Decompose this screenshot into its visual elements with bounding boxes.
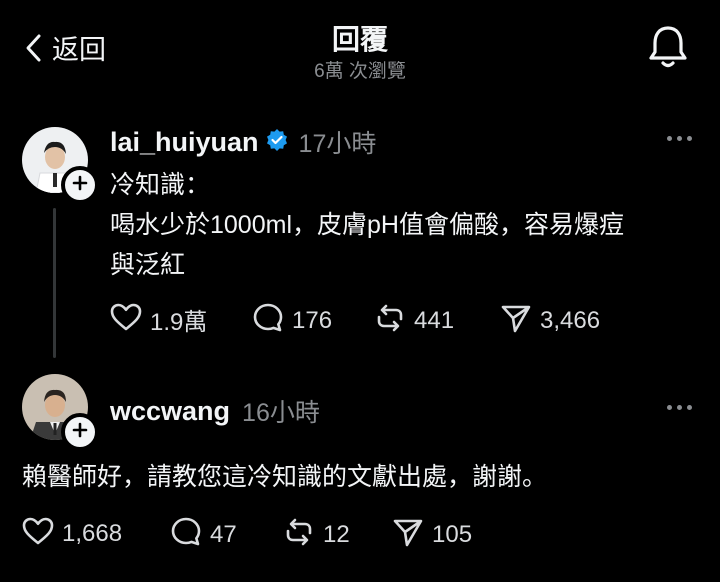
comment-count: 47 [210, 520, 237, 548]
reply-text: 賴醫師好，請教您這冷知識的文獻出處，謝謝。 [22, 463, 548, 491]
comment-icon [170, 516, 202, 553]
repost-icon [283, 516, 315, 553]
share-button[interactable]: 3,466 [500, 302, 600, 339]
share-count: 105 [432, 520, 473, 548]
send-icon [392, 516, 424, 553]
like-count: 1.9萬 [150, 309, 208, 336]
view-count: 6萬 次瀏覽 [314, 61, 406, 82]
verified-badge-icon [265, 128, 289, 157]
post-text-line: 喝水少於1000ml，皮膚pH值會偏酸，容易爆痘 [110, 211, 624, 239]
bell-icon[interactable] [646, 24, 690, 75]
thread-line [53, 208, 56, 358]
comment-button[interactable]: 176 [252, 302, 332, 339]
post-text: 冷知識： 喝水少於1000ml，皮膚pH值會偏酸，容易爆痘 與泛紅 [110, 165, 624, 285]
plus-icon [72, 422, 88, 443]
reply-header: wccwang 16小時 [110, 393, 320, 429]
share-count: 3,466 [540, 306, 601, 334]
follow-button[interactable] [61, 413, 99, 451]
page-title: 回覆 [331, 24, 388, 55]
comment-icon [252, 302, 284, 339]
like-count: 1,668 [62, 519, 123, 547]
reply-username[interactable]: wccwang [110, 396, 230, 427]
more-dots-icon[interactable] [667, 136, 692, 141]
post-username[interactable]: lai_huiyuan [110, 127, 259, 158]
heart-icon [22, 516, 54, 551]
comment-button[interactable]: 47 [170, 516, 237, 553]
send-icon [500, 302, 532, 339]
reply-time: 16小時 [242, 399, 320, 427]
share-button[interactable]: 105 [392, 516, 472, 553]
follow-button[interactable] [61, 166, 99, 204]
more-dots-icon[interactable] [667, 405, 692, 410]
post-text-line: 冷知識： [110, 171, 211, 199]
repost-icon [374, 302, 406, 339]
repost-count: 441 [414, 306, 455, 334]
repost-count: 12 [323, 520, 350, 548]
post-text-line: 與泛紅 [110, 251, 186, 279]
heart-icon [110, 302, 142, 337]
post-time: 17小時 [298, 130, 377, 158]
like-button[interactable]: 1.9萬 [110, 302, 207, 337]
comment-count: 176 [292, 306, 333, 334]
like-button[interactable]: 1,668 [22, 516, 122, 551]
plus-icon [72, 175, 88, 196]
post-header: lai_huiyuan 17小時 [110, 124, 376, 160]
repost-button[interactable]: 441 [374, 302, 454, 339]
repost-button[interactable]: 12 [283, 516, 350, 553]
